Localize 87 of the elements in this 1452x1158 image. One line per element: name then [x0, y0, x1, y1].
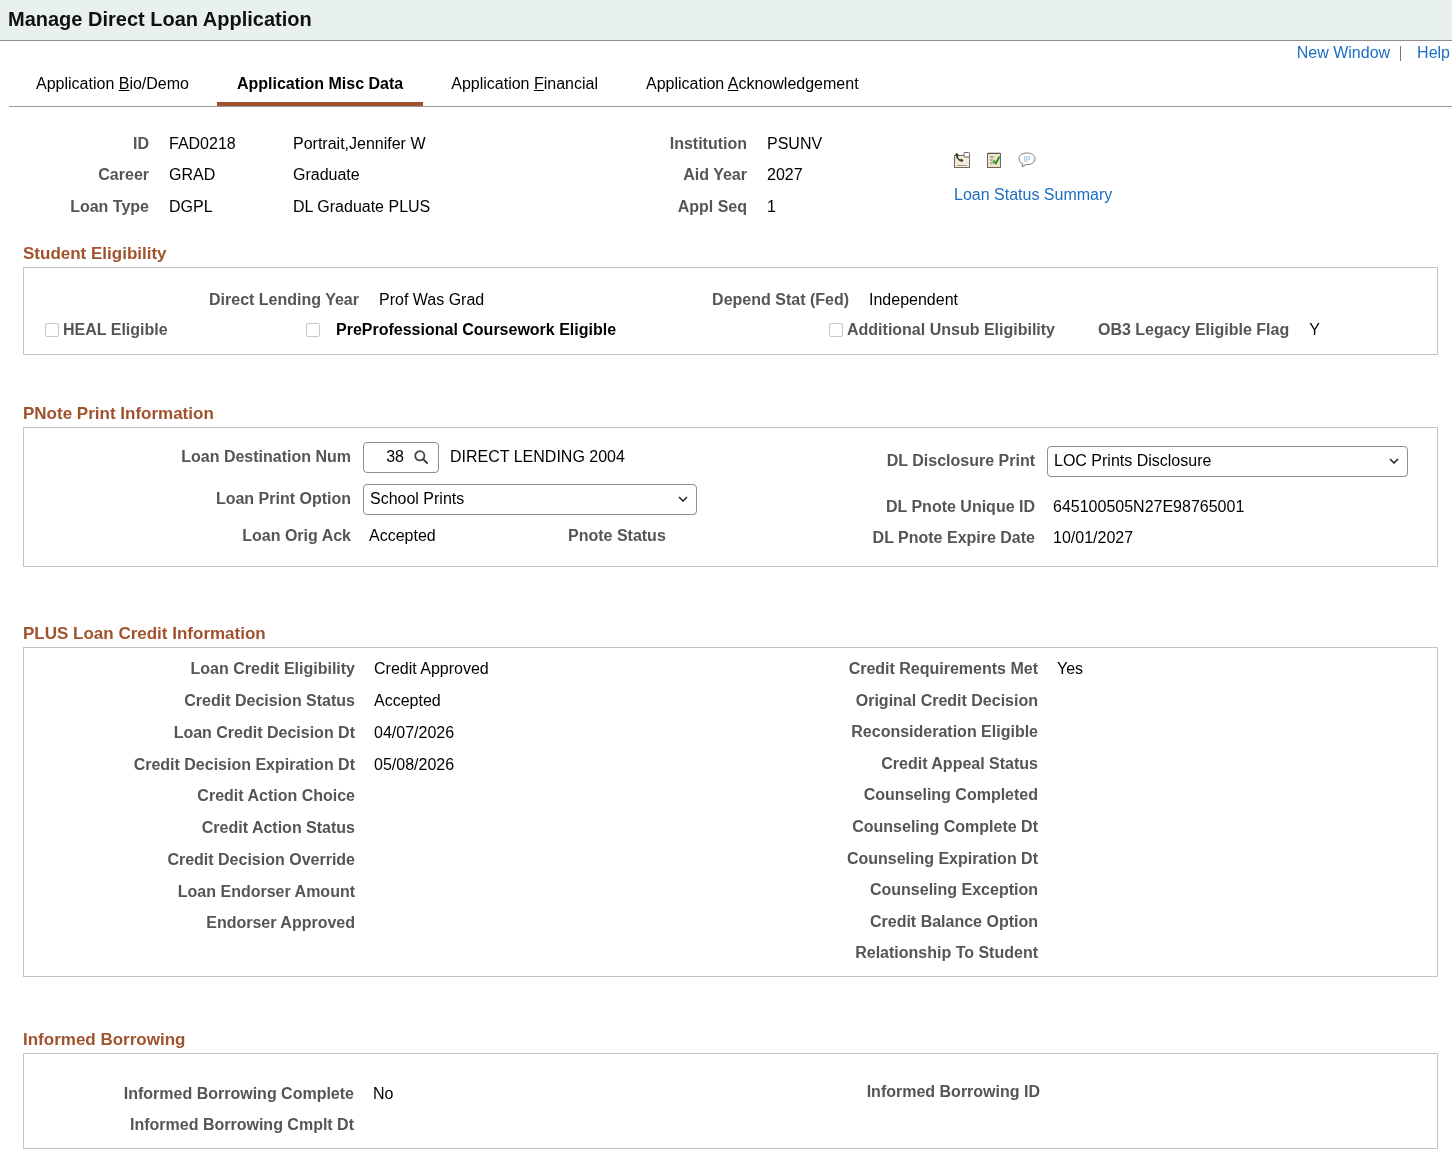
field-value: Independent [869, 289, 958, 310]
field-label: Direct Lending Year [208, 289, 359, 310]
field-label: Loan Destination Num [180, 447, 351, 467]
field-label: Credit Appeal Status [880, 753, 1038, 774]
field-value: 10/01/2027 [1053, 527, 1134, 548]
field-value: No [373, 1084, 394, 1105]
summary-link[interactable]: Loan Status Summary [954, 185, 1113, 205]
field-value: GRAD [169, 165, 216, 186]
checkbox-label: HEAL Eligible [63, 319, 168, 340]
tab[interactable]: Application Acknowledgement [626, 65, 879, 106]
field-label: Credit Action Status [200, 818, 355, 839]
field-label: Counseling Expiration Dt [845, 848, 1038, 869]
field-label: Loan Type [69, 196, 150, 217]
field-label: Pnote Status [568, 525, 666, 546]
field-label: Informed Borrowing ID [865, 1082, 1040, 1103]
field-label: Informed Borrowing Cmplt Dt [129, 1115, 354, 1136]
field-value: 05/08/2026 [374, 754, 455, 775]
field-label: Loan Print Option [214, 489, 351, 509]
field-value: FAD0218 [169, 133, 236, 154]
field-label: Original Credit Decision [854, 690, 1038, 711]
field-value: Credit Approved [374, 659, 489, 680]
header-link[interactable]: Help [1417, 43, 1450, 63]
field-label: Career [97, 165, 150, 186]
field-label: Counseling Complete Dt [851, 817, 1038, 837]
search-icon[interactable] [414, 450, 428, 464]
field-value: Y [1309, 319, 1320, 340]
field-label: Counseling Completed [862, 785, 1038, 806]
field-description: DIRECT LENDING 2004 [450, 447, 625, 467]
field-label: OB3 Legacy Eligible Flag [1098, 319, 1290, 340]
field-label: Loan Orig Ack [241, 525, 351, 546]
field-value: Accepted [369, 525, 437, 546]
field-label: Relationship To Student [854, 943, 1038, 964]
checkbox[interactable] [45, 322, 59, 337]
chevron-down-icon [678, 496, 688, 502]
field-label: Aid Year [682, 165, 748, 186]
speech-bubble-icon[interactable] [1018, 152, 1036, 168]
field-label: Loan Credit Decision Dt [172, 722, 355, 743]
field-value: PSUNV [767, 133, 823, 154]
chevron-down-icon [1389, 458, 1399, 464]
page-title: Manage Direct Loan Application [8, 6, 312, 31]
checkbox-label: PreProfessional Coursework Eligible [336, 319, 617, 340]
field-description: Portrait,Jennifer W [293, 133, 426, 154]
field-value: Prof Was Grad [379, 289, 486, 310]
section-title: PNote Print Information [23, 403, 215, 424]
field-label: Counseling Exception [869, 880, 1038, 901]
field-label: Credit Decision Override [166, 849, 355, 870]
field-label: DL Pnote Unique ID [884, 496, 1035, 517]
lookup-field[interactable]: 38 [363, 441, 439, 473]
field-label: Credit Requirements Met [847, 659, 1038, 680]
tab[interactable]: Application Financial [431, 65, 618, 106]
section-title: Student Eligibility [23, 243, 168, 264]
notepad-check-icon[interactable] [987, 152, 1001, 168]
field-label: Loan Endorser Amount [176, 881, 355, 902]
field-label: DL Disclosure Print [885, 451, 1035, 471]
field-label: Institution [668, 133, 748, 154]
field-label: Reconsideration Eligible [850, 722, 1038, 743]
field-label: ID [132, 133, 150, 154]
field-label: Credit Balance Option [868, 911, 1038, 932]
field-description: DL Graduate PLUS [293, 196, 431, 217]
tab[interactable]: Application Bio/Demo [16, 65, 209, 106]
checkbox[interactable] [829, 322, 843, 337]
field-value: 1 [767, 196, 776, 217]
select-field[interactable]: LOC Prints Disclosure [1047, 445, 1408, 477]
field-value: 645100505N27E98765001 [1053, 496, 1245, 517]
section-title: PLUS Loan Credit Information [23, 623, 267, 644]
field-value: Accepted [374, 691, 441, 712]
field-label: DL Pnote Expire Date [871, 527, 1035, 548]
field-label: Appl Seq [676, 196, 748, 217]
field-label: Credit Action Choice [196, 786, 355, 807]
envelope-phone-icon[interactable] [954, 152, 970, 168]
field-label: Informed Borrowing Complete [122, 1084, 354, 1105]
field-value: 2027 [767, 165, 803, 186]
checkbox[interactable] [306, 322, 320, 337]
field-label: Endorser Approved [205, 913, 355, 934]
field-label: Depend Stat (Fed) [711, 289, 849, 310]
field-value: Yes [1057, 659, 1084, 680]
field-value: 04/07/2026 [374, 722, 455, 743]
field-label: Loan Credit Eligibility [189, 659, 355, 680]
field-description: Graduate [293, 165, 360, 186]
field-value: DGPL [169, 196, 213, 217]
header-link[interactable]: New Window [1296, 43, 1391, 63]
field-label: Credit Decision Expiration Dt [132, 754, 355, 775]
field-label: Credit Decision Status [183, 691, 355, 712]
select-field[interactable]: School Prints [363, 483, 697, 515]
checkbox-label: Additional Unsub Eligibility [847, 319, 1055, 340]
tab[interactable]: Application Misc Data [216, 65, 424, 106]
section-title: Informed Borrowing [23, 1029, 187, 1050]
